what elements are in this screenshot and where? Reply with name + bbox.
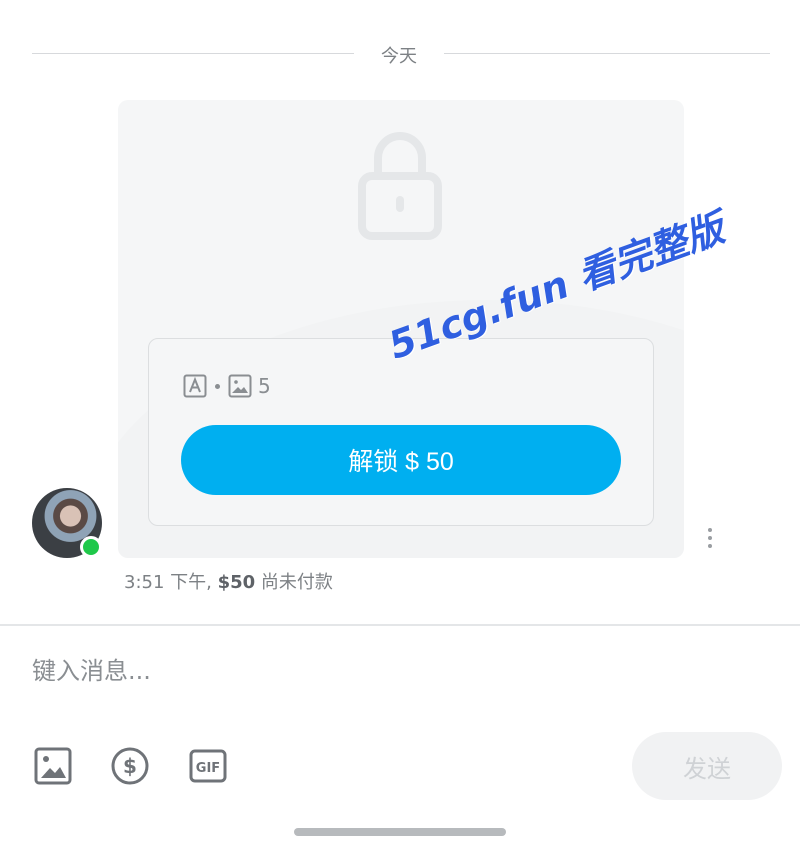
more-vertical-icon[interactable] bbox=[700, 524, 720, 552]
svg-text:$: $ bbox=[123, 754, 137, 778]
gif-icon[interactable]: GIF bbox=[188, 746, 228, 786]
lock-icon bbox=[358, 132, 442, 240]
composer-divider bbox=[0, 624, 800, 626]
message-meta: 3:51 下午, $50 尚未付款 bbox=[124, 568, 333, 594]
svg-text:GIF: GIF bbox=[196, 761, 220, 776]
message-time: 3:51 下午, bbox=[124, 572, 212, 593]
home-indicator[interactable] bbox=[294, 828, 506, 836]
attachment-meta: 5 bbox=[183, 373, 271, 399]
meta-dot bbox=[215, 383, 220, 389]
text-icon bbox=[183, 374, 207, 398]
message-price: $50 bbox=[217, 572, 256, 593]
more-dot bbox=[708, 528, 712, 532]
separator-line-left bbox=[32, 53, 354, 54]
unlock-button[interactable]: 解锁 $ 50 bbox=[181, 425, 621, 495]
date-label: 今天 bbox=[381, 46, 417, 67]
date-separator: 今天 bbox=[32, 35, 770, 71]
payment-status: 尚未付款 bbox=[260, 572, 333, 593]
image-icon bbox=[228, 374, 252, 398]
dollar-icon[interactable]: $ bbox=[110, 746, 150, 786]
message-input[interactable] bbox=[30, 648, 774, 694]
image-icon[interactable] bbox=[33, 746, 73, 786]
more-dot bbox=[708, 544, 712, 548]
send-button[interactable]: 发送 bbox=[632, 732, 782, 800]
attachment-count: 5 bbox=[258, 374, 271, 398]
online-status-indicator bbox=[80, 536, 102, 558]
separator-line-right bbox=[444, 53, 770, 54]
more-dot bbox=[708, 536, 712, 540]
